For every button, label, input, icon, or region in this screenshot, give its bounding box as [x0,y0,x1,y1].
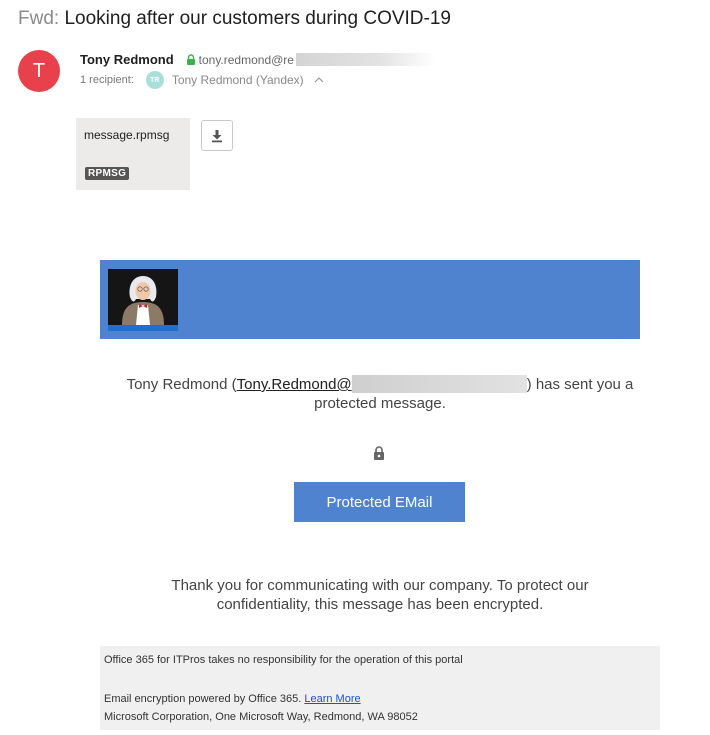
footer-powered-by: Email encryption powered by Office 365. … [104,693,361,705]
attachment-card[interactable]: message.rpmsg RPMSG [76,118,190,190]
padlock-icon [373,446,385,460]
message-banner [100,260,640,339]
subject-prefix: Fwd: [18,8,60,29]
sent-sender-email[interactable]: Tony.Redmond@ [237,376,352,393]
sent-sender-name: Tony Redmond ( [126,376,237,393]
powered-by-text: Email encryption powered by Office 365. [104,693,302,705]
redacted-email [295,53,436,66]
encryption-notice: Thank you for communicating with our com… [100,576,660,614]
recipient-line: 1 recipient: TR Tony Redmond (Yandex) [80,71,324,89]
thanks-line1: Thank you for communicating with our com… [171,577,589,594]
attachment-filename: message.rpmsg [84,128,170,142]
recipient-avatar: TR [145,71,164,89]
footer-address: Microsoft Corporation, One Microsoft Way… [104,711,418,723]
thanks-line2: confidentiality, this message has been e… [216,596,544,613]
recipient-count: 1 recipient: [80,74,134,86]
lock-icon [186,54,196,65]
subject-text: Looking after our customers during COVID… [64,8,451,29]
sent-line2: protected message. [314,395,446,412]
email-subject: Fwd: Looking after our customers during … [18,8,451,30]
sender-line: Tony Redmond tony.redmond@re [80,52,436,67]
footer-disclaimer: Office 365 for ITPros takes no responsib… [104,654,463,666]
download-button[interactable] [201,120,233,151]
download-icon [212,129,222,142]
redacted-sender-email [351,375,527,393]
recipient-name[interactable]: Tony Redmond (Yandex) [172,73,304,87]
attachment-type-badge: RPMSG [85,167,130,180]
sent-suffix: ) has sent you a [526,376,634,393]
sender-logo [108,269,178,331]
sender-email: tony.redmond@re [198,52,294,67]
chevron-up-icon[interactable] [314,77,324,83]
sent-notice: Tony Redmond (Tony.Redmond@ ) has sent yo… [100,375,660,413]
sender-avatar[interactable]: T [18,50,60,92]
learn-more-link[interactable]: Learn More [304,693,360,705]
protected-email-button[interactable]: Protected EMail [294,482,465,522]
message-footer: Office 365 for ITPros takes no responsib… [100,646,660,730]
sender-name[interactable]: Tony Redmond [80,52,174,67]
